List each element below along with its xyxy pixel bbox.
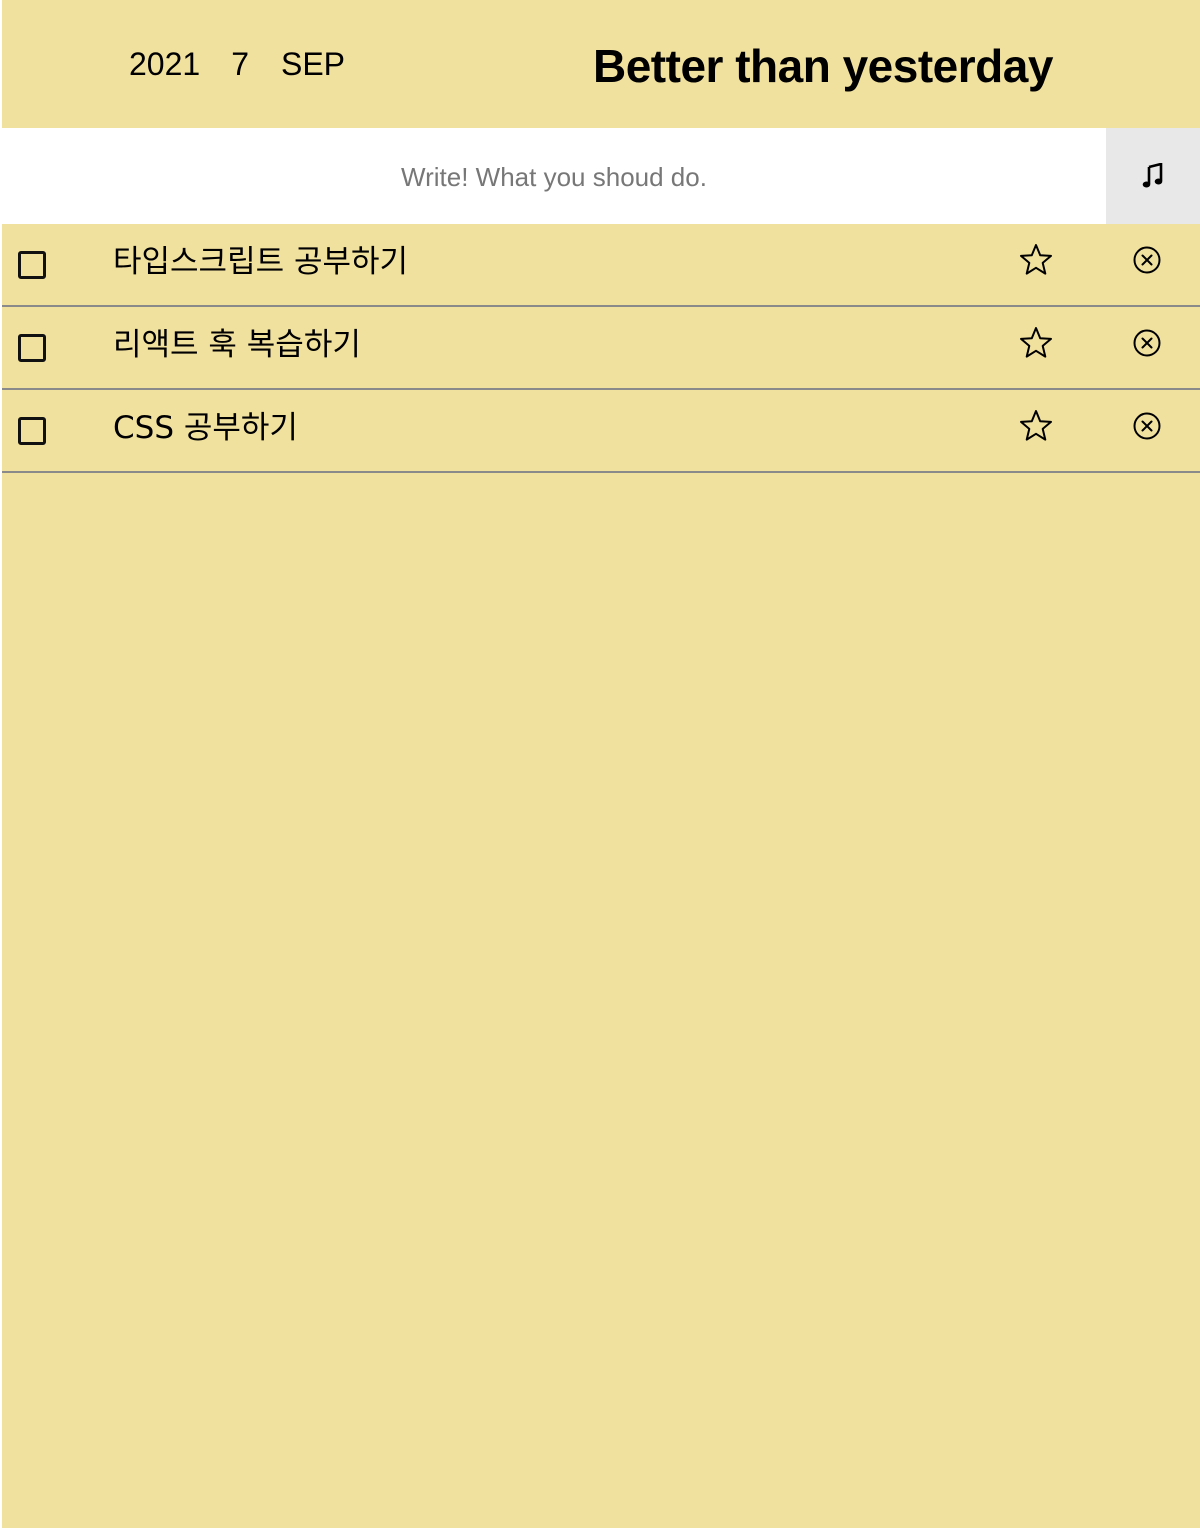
date-year: 2021 [129,46,201,82]
todo-app: 2021 7 SEP Better than yesterday 타입스크립트 … [2,0,1200,1528]
delete-circle-icon[interactable] [1131,327,1163,359]
todo-text: CSS 공부하기 [113,410,298,446]
todo-text: 리액트 훅 복습하기 [113,327,361,363]
todo-checkbox[interactable] [18,417,46,445]
date-day: 7 [231,46,249,82]
todo-checkbox[interactable] [18,334,46,362]
todo-checkbox[interactable] [18,251,46,279]
todo-input[interactable] [2,128,1106,224]
app-title: Better than yesterday [593,40,1053,92]
star-icon[interactable] [1018,242,1054,278]
header: 2021 7 SEP Better than yesterday [2,0,1200,128]
todo-list: 타입스크립트 공부하기 리액트 훅 복습하기 CSS 공부하기 [2,224,1200,473]
delete-circle-icon[interactable] [1131,244,1163,276]
date-display: 2021 7 SEP [129,44,345,84]
music-button[interactable] [1106,128,1200,224]
todo-item: 리액트 훅 복습하기 [2,307,1200,390]
music-note-icon [1142,163,1164,189]
star-icon[interactable] [1018,325,1054,361]
delete-circle-icon[interactable] [1131,410,1163,442]
star-icon[interactable] [1018,408,1054,444]
date-month: SEP [280,46,346,82]
todo-item: CSS 공부하기 [2,390,1200,473]
todo-input-bar [2,128,1200,224]
todo-text: 타입스크립트 공부하기 [113,244,409,280]
todo-item: 타입스크립트 공부하기 [2,224,1200,307]
